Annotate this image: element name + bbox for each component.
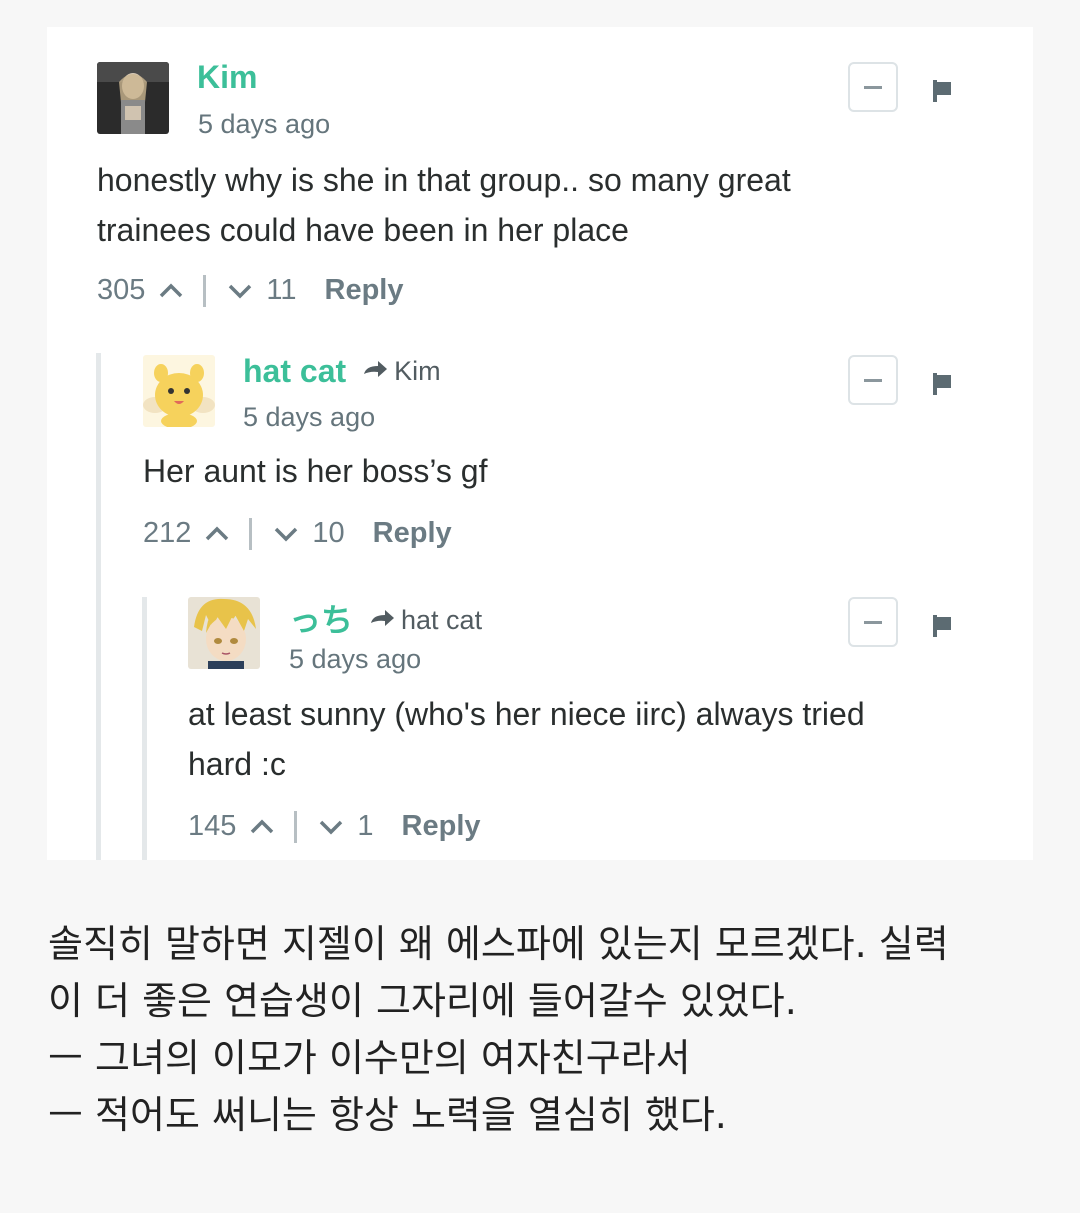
flag-icon[interactable] bbox=[931, 372, 955, 396]
chevron-up-icon bbox=[251, 819, 274, 833]
reply-arrow-icon bbox=[364, 361, 388, 377]
comment-line: at least sunny (who's her niece iirc) al… bbox=[188, 696, 865, 732]
reply-to-name[interactable]: hat cat bbox=[401, 605, 482, 636]
comment-line: hard :c bbox=[188, 746, 286, 782]
vote-divider bbox=[203, 274, 207, 307]
comment-footer: 145 1 Reply bbox=[188, 810, 481, 843]
downvote-button[interactable]: 11 bbox=[226, 274, 297, 307]
reply-arrow-icon bbox=[371, 610, 395, 626]
comment-body: at least sunny (who's her niece iirc) al… bbox=[188, 689, 865, 789]
avatar[interactable] bbox=[143, 355, 215, 427]
flag-icon[interactable] bbox=[931, 614, 955, 638]
reply-to[interactable]: Kim bbox=[354, 356, 441, 387]
downvote-count: 11 bbox=[266, 274, 297, 306]
collapse-button[interactable] bbox=[848, 597, 898, 647]
vote-divider bbox=[294, 810, 298, 843]
avatar[interactable] bbox=[97, 62, 169, 134]
comment-timestamp[interactable]: 5 days ago bbox=[243, 402, 375, 433]
reply-button[interactable]: Reply bbox=[325, 274, 404, 307]
comment-line: Her aunt is her boss’s gf bbox=[143, 453, 488, 489]
thread-line bbox=[96, 353, 101, 860]
author-name[interactable]: hat cat bbox=[243, 353, 346, 390]
upvote-button[interactable]: 305 bbox=[97, 274, 185, 307]
reply-to-name[interactable]: Kim bbox=[394, 356, 441, 387]
translation-line: 이 더 좋은 연습생이 그자리에 들어갈수 있었다. bbox=[48, 979, 797, 1023]
comment-footer: 212 10 Reply bbox=[143, 517, 452, 550]
reply-button[interactable]: Reply bbox=[373, 517, 452, 550]
comment-author[interactable]: Kim bbox=[197, 59, 257, 96]
chevron-up-icon bbox=[160, 283, 183, 297]
flag-icon[interactable] bbox=[931, 79, 955, 103]
comment-line: honestly why is she in that group.. so m… bbox=[97, 162, 791, 198]
comment-footer: 305 11 Reply bbox=[97, 274, 403, 307]
comment-body: Her aunt is her boss’s gf bbox=[143, 446, 487, 496]
collapse-button[interactable] bbox=[848, 62, 898, 112]
translation-line: 솔직히 말하면 지젤이 왜 에스파에 있는지 모르겠다. 실력 bbox=[48, 922, 949, 966]
comment-author[interactable]: っち hat cat bbox=[289, 595, 482, 641]
upvote-count: 212 bbox=[143, 517, 192, 549]
chevron-down-icon bbox=[320, 820, 343, 834]
downvote-button[interactable]: 10 bbox=[272, 517, 345, 550]
thread-line bbox=[142, 597, 147, 860]
vote-divider bbox=[249, 517, 253, 550]
collapse-button[interactable] bbox=[848, 355, 898, 405]
comment-timestamp[interactable]: 5 days ago bbox=[289, 644, 421, 675]
reply-to[interactable]: hat cat bbox=[361, 605, 482, 636]
chevron-down-icon bbox=[229, 284, 252, 298]
upvote-button[interactable]: 145 bbox=[188, 810, 276, 843]
upvote-count: 145 bbox=[188, 810, 237, 842]
author-name[interactable]: っち bbox=[289, 595, 353, 641]
comment-timestamp[interactable]: 5 days ago bbox=[198, 109, 330, 140]
comment-body: honestly why is she in that group.. so m… bbox=[97, 155, 791, 255]
comment-line: trainees could have been in her place bbox=[97, 212, 629, 248]
chevron-down-icon bbox=[275, 527, 298, 541]
downvote-count: 10 bbox=[312, 517, 345, 549]
upvote-count: 305 bbox=[97, 274, 146, 306]
comment-thread: Kim 5 days ago honestly why is she in th… bbox=[47, 27, 1033, 860]
author-name[interactable]: Kim bbox=[197, 59, 257, 96]
translation-line: ㅡ 그녀의 이모가 이수만의 여자친구라서 bbox=[48, 1036, 691, 1080]
downvote-button[interactable]: 1 bbox=[317, 810, 374, 843]
comment-author[interactable]: hat cat Kim bbox=[243, 353, 441, 390]
downvote-count: 1 bbox=[357, 810, 374, 842]
translation-line: ㅡ 적어도 써니는 항상 노력을 열심히 했다. bbox=[48, 1093, 727, 1137]
reply-button[interactable]: Reply bbox=[402, 810, 481, 843]
upvote-button[interactable]: 212 bbox=[143, 517, 231, 550]
chevron-up-icon bbox=[206, 526, 229, 540]
avatar[interactable] bbox=[188, 597, 260, 669]
